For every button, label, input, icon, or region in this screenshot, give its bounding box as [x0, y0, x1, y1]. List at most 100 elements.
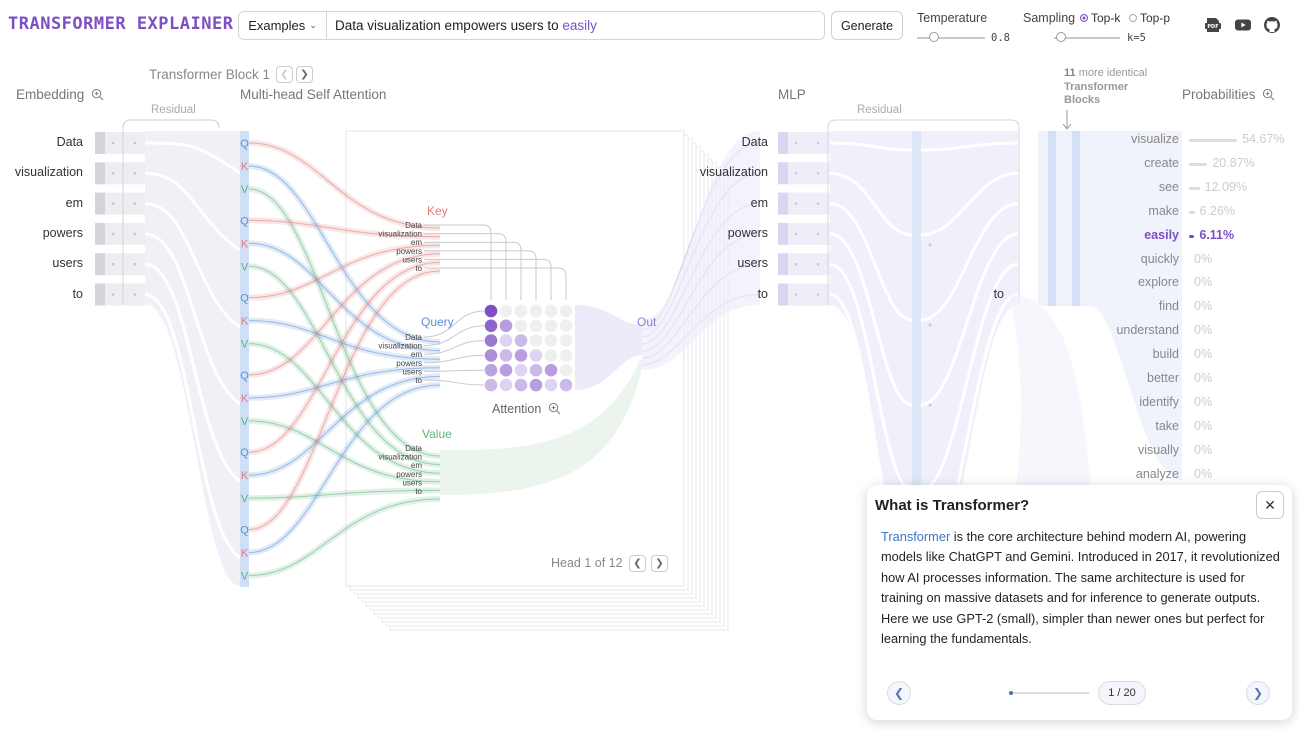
attention-matrix-label[interactable]: Attention [492, 402, 561, 416]
qkv-letter: V [241, 261, 249, 273]
embedding-dot [133, 141, 137, 145]
mlp-cell [778, 132, 788, 154]
embedding-dot [133, 232, 137, 236]
embedding-dot [133, 293, 137, 296]
token-label: powers [42, 225, 83, 240]
github-icon[interactable] [1263, 16, 1281, 34]
attention-cell [484, 349, 498, 362]
attention-cell [514, 363, 528, 377]
prompt-predicted-word: easily [562, 18, 597, 33]
more-blocks-text3: Blocks [1064, 94, 1101, 106]
embedding-label[interactable]: Embedding [16, 87, 104, 102]
probability-word[interactable]: visually [1095, 443, 1179, 457]
prompt-input[interactable]: Data visualization empowers users to eas… [327, 18, 597, 33]
probability-value: 0% [1194, 371, 1213, 385]
query-token: to [415, 376, 422, 385]
attention-cell [484, 378, 498, 392]
mlp-cell [778, 283, 788, 306]
probability-word[interactable]: build [1095, 347, 1179, 361]
attention-cell [514, 349, 528, 362]
probability-value: 54.67% [1242, 132, 1285, 146]
probabilities-label-text: Probabilities [1182, 87, 1256, 102]
popup-prev-button[interactable]: ❮ [887, 681, 911, 705]
probability-word[interactable]: quickly [1095, 252, 1179, 266]
probability-word[interactable]: create [1095, 156, 1179, 170]
qkv-letter: Q [240, 215, 249, 227]
probability-word[interactable]: analyze [1095, 467, 1179, 481]
probability-word[interactable]: see [1095, 180, 1179, 194]
attention-section-label: Multi-head Self Attention [240, 87, 387, 102]
probability-value: 0% [1194, 442, 1213, 457]
pdf-icon[interactable]: PDF [1204, 16, 1222, 34]
next-block-button[interactable]: ❯ [296, 66, 313, 83]
mlp-dot [794, 232, 798, 236]
zoom-in-icon[interactable] [1262, 88, 1275, 101]
probability-word[interactable]: explore [1095, 275, 1179, 289]
more-blocks-bar [1048, 131, 1056, 306]
youtube-icon[interactable] [1234, 16, 1252, 34]
popup-progress-fill [1009, 691, 1013, 695]
mlp-label: MLP [778, 87, 806, 102]
embedding-cell [95, 222, 105, 245]
attention-cell [484, 304, 498, 318]
attention-cell [529, 378, 543, 392]
zoom-in-icon[interactable] [548, 402, 561, 415]
probability-word[interactable]: better [1095, 371, 1179, 385]
attention-cell [544, 363, 558, 377]
qkv-letter: V [241, 571, 249, 583]
attention-cell [529, 349, 543, 362]
qkv-letter: V [241, 184, 249, 196]
probability-word[interactable]: identify [1095, 395, 1179, 409]
prompt-box[interactable]: Examples ⌄ Data visualization empowers u… [238, 11, 825, 40]
radio-dot-icon [1080, 14, 1088, 22]
mlp-dot [816, 172, 820, 175]
app-logo[interactable]: Transformer Explainer [8, 14, 233, 34]
probabilities-label[interactable]: Probabilities [1182, 87, 1275, 102]
examples-label: Examples [248, 18, 306, 33]
temperature-slider-thumb[interactable] [929, 32, 939, 42]
topk-radio[interactable]: Top-k [1080, 11, 1120, 25]
mlp-dot [794, 141, 798, 145]
topp-radio[interactable]: Top-p [1129, 11, 1170, 25]
mlp-dot [794, 172, 798, 175]
k-value: k=5 [1127, 32, 1146, 44]
mlp-cell [788, 283, 830, 306]
mlp-dot [816, 262, 820, 266]
probability-word[interactable]: understand [1095, 323, 1179, 337]
qkv-letter: Q [240, 525, 249, 537]
more-blocks-count: 11 [1064, 67, 1076, 79]
examples-dropdown[interactable]: Examples ⌄ [239, 12, 327, 39]
top-bar: Transformer Explainer Examples ⌄ Data vi… [0, 0, 1300, 52]
temperature-slider[interactable] [917, 37, 985, 39]
probability-bar [1189, 210, 1195, 214]
embedding-dot [111, 172, 115, 175]
temperature-label: Temperature [917, 11, 988, 25]
attention-cell [514, 378, 528, 392]
k-slider-thumb[interactable] [1055, 32, 1066, 42]
query-label: Query [421, 315, 454, 329]
mlp-token-label: users [737, 256, 768, 271]
probability-word[interactable]: take [1095, 419, 1179, 433]
attention-cell [544, 349, 558, 362]
qkv-letter: Q [240, 370, 249, 382]
probability-word[interactable]: find [1095, 299, 1179, 313]
close-icon[interactable]: ✕ [1256, 491, 1284, 519]
zoom-in-icon[interactable] [91, 88, 104, 101]
attention-cell [499, 334, 513, 347]
attention-cell [544, 378, 558, 392]
qkv-column [240, 131, 249, 587]
mlp-dot [816, 141, 820, 145]
temperature-value: 0.8 [991, 32, 1010, 44]
prev-head-button[interactable]: ❮ [629, 555, 646, 572]
probability-word[interactable]: easily [1095, 228, 1179, 242]
popup-link[interactable]: Transformer [881, 529, 950, 544]
probability-word[interactable]: visualize [1095, 132, 1179, 146]
token-label: users [52, 256, 83, 271]
probability-word[interactable]: make [1095, 204, 1179, 218]
generate-button[interactable]: Generate [831, 11, 903, 40]
next-head-button[interactable]: ❯ [651, 555, 668, 572]
popup-next-button[interactable]: ❯ [1246, 681, 1270, 705]
attention-matrix-label-text: Attention [492, 402, 542, 416]
attention-cell [559, 363, 573, 377]
prev-block-button[interactable]: ❮ [276, 66, 293, 83]
